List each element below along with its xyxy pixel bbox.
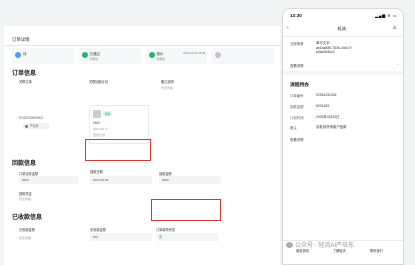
status-card-1[interactable]: 待 [12,48,74,64]
received-label: 已收款金额 [19,228,35,232]
received-value: 暂无内容 [19,236,32,240]
unreceived-label: 未收款金额 [90,228,106,232]
voucher-label: 回款凭证 [19,192,32,196]
row-value: ¥231455 [316,104,330,108]
phone-mockup: 13:30 ▂▄▆ ≋ ▭ ‹ 轻流 · ♙ 流程摘要 单行文字: ab1ba8… [282,8,404,265]
row-value: DOB4231344 [316,93,337,97]
status-card-2[interactable]: 已通过 待审核 [78,48,141,64]
status-check-icon [81,52,88,58]
status-dot-icon [15,52,21,58]
page-title: 订单详情 [12,37,30,42]
amount-field[interactable]: 9600 [19,176,79,184]
highlight-date [85,139,151,161]
watermark-text: 公众号 · 轻流AI严培东 [295,243,355,249]
view-details-link[interactable]: 查看详情 [290,63,304,68]
status-pending-icon [215,52,222,58]
watermark: 公众号 · 轻流AI严培东 [286,240,354,249]
chevron-right-icon[interactable]: › [397,62,398,67]
divider [4,45,280,46]
status-check-icon [148,52,155,58]
row-value: 该批到货请客户回款 [316,125,347,129]
row-label: 订单编号 [290,94,304,98]
date-field[interactable]: 2024-09-09 [90,176,152,184]
owner-badge[interactable]: 严培乐 [23,123,49,129]
phone-status-bar: 13:30 ▂▄▆ ≋ ▭ [283,9,403,22]
unreceived-field[interactable]: 600 [90,233,152,241]
row-label: 计划时间 [290,116,304,120]
highlight-settled [151,199,221,221]
settled-field[interactable]: 否 [156,233,218,241]
plan-date: 2024-09-17 [93,127,109,131]
phone-nav-title: 轻流 · [337,26,349,31]
row-label: 回款金额 [290,105,304,109]
status-label: 待 [23,52,27,56]
avatar-icon [25,124,28,128]
status-sub: 待审核 [89,57,99,61]
plan-amount: 9600 [93,121,101,125]
remark-value: 暂无内容 [161,86,174,90]
row-label: 备注 [290,126,297,130]
amount-value: 9600 [22,178,29,182]
remark-label: 备注说明 [161,80,174,84]
todo-title: 流程待办 [290,83,310,88]
tab-contact[interactable]: 联系我们 [370,248,383,253]
section-title-received: 已收款信息 [12,215,43,221]
signal-wifi-battery-icon: ▂▄▆ ≋ ▭ [375,13,397,18]
status-label: 已通过 [89,52,100,56]
user-icon[interactable]: ♙ [393,25,397,31]
settled-value: 否 [159,235,163,239]
wechat-icon [286,242,293,249]
status-steps: 待 已通过 待审核 报价 待审核 2024-09-10 13:35 [12,48,274,64]
status-time: 2024-09-10 13:35 [183,51,206,55]
plan-label: 关联回款计划 [89,80,109,84]
settled-label: 订单款项完成 [156,228,176,232]
status-sub: 待审核 [156,57,165,61]
received-amount-field[interactable]: 9600 [159,176,221,184]
owner-name: 严培乐 [30,124,39,129]
process-summary-label: 流程摘要 [290,42,304,46]
order-no-label: 关联订单 [19,80,32,84]
section-title-order: 订单信息 [12,71,37,77]
process-summary-line3: e5ae2b8ec2 [316,50,335,54]
phone-clock: 13:30 [290,13,302,18]
divider [283,36,403,37]
order-no-value[interactable]: PO20240909002 [19,116,43,120]
row-value: 2025年4月30日 [316,115,340,119]
section-gap [283,71,403,75]
status-card-4[interactable] [212,48,274,64]
status-card-3[interactable]: 报价 待审核 2024-09-10 13:35 [145,48,208,64]
phone-nav-bar: ‹ 轻流 · ♙ [283,22,403,36]
unreceived-value: 600 [93,235,99,239]
plan-type: 回款计划 [93,133,106,137]
plan-status-tag: 待收 [103,111,112,116]
section-title-payment: 回款信息 [12,161,37,167]
voucher-value: 暂无内容 [19,197,32,201]
date-label: 回款日期 [90,170,103,174]
date-value: 2024-09-09 [93,178,109,182]
plan-avatar-icon [93,110,101,118]
received-amount-value: 9600 [162,178,169,182]
view-details-link-2[interactable]: 查看详情 [290,137,304,142]
